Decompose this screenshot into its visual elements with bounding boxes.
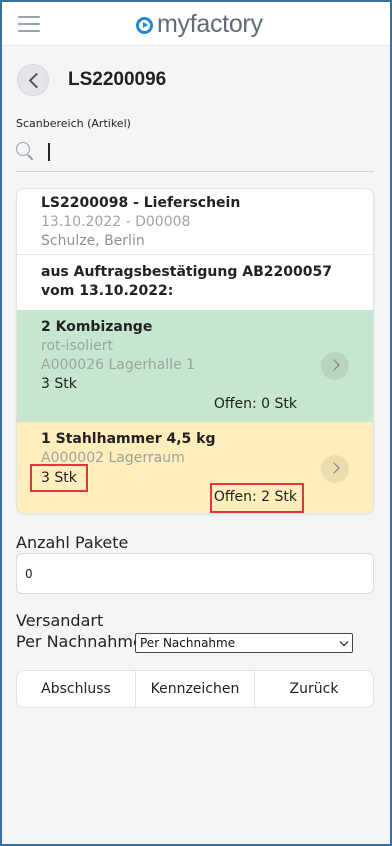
search-icon [16,142,36,162]
text-caret [48,143,50,161]
document-customer: Schulze, Berlin [41,233,145,249]
menu-icon[interactable] [18,16,40,32]
position-quantity: 3 Stk [41,376,77,392]
position-open: Offen: 2 Stk [213,489,297,505]
page-title: LS2200096 [68,69,167,90]
chevron-right-icon[interactable] [321,352,349,380]
document-date-line: 13.10.2022 - D00008 [41,214,191,230]
position-open: Offen: 0 Stk [213,396,297,412]
position-quantity: 3 Stk [41,470,77,486]
versandart-select[interactable]: Per Nachnahme [135,633,353,653]
logo-play-icon [136,17,153,34]
position-item[interactable]: 1 Stahlhammer 4,5 kg A000002 Lagerraum 3… [17,422,373,513]
position-location: A000002 Lagerraum [41,450,185,466]
source-order-text: aus Auftragsbestätigung AB2200057 vom 13… [41,264,332,299]
back-button[interactable] [17,64,49,96]
pakete-input[interactable] [16,553,374,594]
position-item[interactable]: 2 Kombizange rot-isoliert A000026 Lagerh… [17,310,373,422]
scan-label: Scanbereich (Artikel) [16,117,131,130]
document-header: LS2200098 - Lieferschein 13.10.2022 - D0… [17,189,373,255]
action-bar: Abschluss Kennzeichen Zurück [16,670,374,708]
position-variant: rot-isoliert [41,338,113,354]
scan-field [16,138,374,172]
versandart-selected: Per Nachnahme [140,636,236,650]
nachnahme-label: Per Nachnahme [16,632,143,651]
document-title: LS2200098 - Lieferschein [41,195,241,211]
app-logo: myfactory [136,10,263,38]
chevron-down-icon [339,637,349,647]
finish-button[interactable]: Abschluss [17,671,136,707]
versandart-label: Versandart [16,611,104,630]
position-location: A000026 Lagerhalle 1 [41,357,196,373]
position-title: 1 Stahlhammer 4,5 kg [41,431,216,447]
position-title: 2 Kombizange [41,319,153,335]
scan-input[interactable] [46,140,366,166]
top-bar: myfactory [2,2,390,46]
chevron-right-icon[interactable] [321,455,349,483]
back-bottom-button[interactable]: Zurück [255,671,373,707]
delivery-note-card: LS2200098 - Lieferschein 13.10.2022 - D0… [16,188,374,514]
logo-text: myfactory [157,9,263,38]
mark-button[interactable]: Kennzeichen [136,671,255,707]
pakete-label: Anzahl Pakete [16,533,129,552]
